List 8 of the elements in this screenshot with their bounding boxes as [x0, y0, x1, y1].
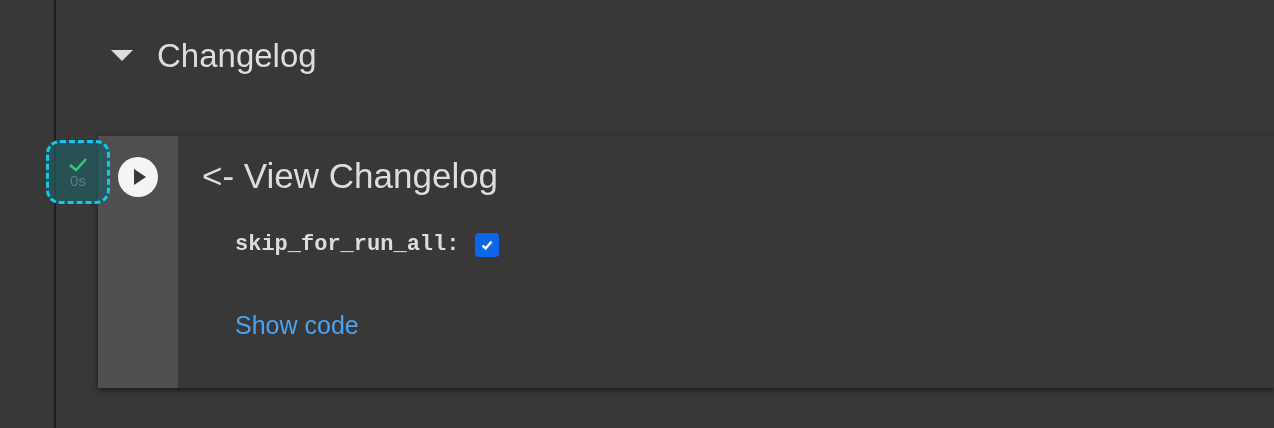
show-code-link[interactable]: Show code [235, 311, 359, 340]
section-heading: Changelog [157, 37, 317, 75]
param-label: skip_for_run_all: [235, 232, 460, 257]
cell-title: <- View Changelog [202, 156, 500, 196]
checkbox[interactable] [475, 232, 500, 257]
caret-icon[interactable] [111, 50, 133, 62]
play-icon [132, 169, 147, 185]
run-button[interactable] [118, 157, 158, 197]
